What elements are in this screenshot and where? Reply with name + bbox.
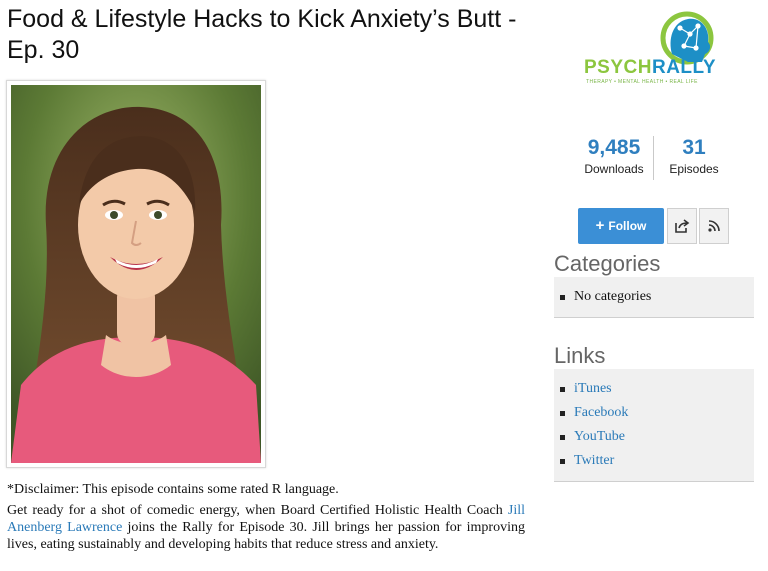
episode-image-frame	[6, 80, 266, 468]
categories-heading: Categories	[554, 251, 661, 276]
twitter-link[interactable]: Twitter	[574, 449, 614, 473]
links-list: iTunes Facebook YouTube Twitter	[554, 369, 754, 482]
logo-tagline: THERAPY • MENTAL HEALTH • REAL LIFE	[586, 79, 698, 85]
podcast-logo[interactable]: PSYCHRALLY THERAPY • MENTAL HEALTH • REA…	[584, 8, 724, 88]
facebook-link[interactable]: Facebook	[574, 401, 628, 425]
episode-photo	[11, 85, 261, 463]
bullet-icon	[560, 458, 565, 464]
downloads-stat: 9,485 Downloads	[578, 136, 650, 178]
plus-icon: +	[595, 217, 605, 234]
description-text-start: Get ready for a shot of comedic energy, …	[7, 503, 508, 518]
downloads-label: Downloads	[584, 162, 644, 176]
logo-wordmark-psych: PSYCH	[584, 57, 652, 78]
share-button[interactable]	[667, 208, 697, 244]
episodes-stat: 31 Episodes	[660, 136, 728, 178]
episode-disclaimer: *Disclaimer: This episode contains some …	[7, 482, 339, 497]
youtube-link[interactable]: YouTube	[574, 425, 625, 449]
links-heading: Links	[554, 343, 606, 368]
episode-description: Get ready for a shot of comedic energy, …	[7, 502, 525, 553]
bullet-icon	[560, 434, 565, 440]
bullet-icon	[560, 294, 565, 300]
portrait-image	[11, 85, 261, 463]
logo-wordmark: PSYCHRALLY	[584, 57, 716, 79]
categories-list: No categories	[554, 277, 754, 318]
logo-wordmark-rally: RALLY	[651, 57, 717, 78]
link-item-itunes: iTunes	[560, 377, 754, 401]
stats-divider	[653, 136, 654, 180]
link-item-youtube: YouTube	[560, 425, 754, 449]
episodes-count: 31	[682, 136, 706, 159]
follow-button[interactable]: + Follow	[578, 208, 664, 244]
itunes-link[interactable]: iTunes	[574, 377, 612, 401]
downloads-count: 9,485	[587, 136, 641, 159]
link-item-twitter: Twitter	[560, 449, 754, 473]
category-label: No categories	[574, 289, 652, 304]
rss-icon	[708, 220, 720, 232]
category-item: No categories	[560, 285, 754, 309]
bullet-icon	[560, 410, 565, 416]
episodes-label: Episodes	[669, 162, 719, 176]
follow-label: Follow	[608, 219, 647, 233]
episode-title: Food & Lifestyle Hacks to Kick Anxiety’s…	[7, 5, 517, 64]
podcast-stats: 9,485 Downloads 31 Episodes	[578, 136, 728, 180]
share-icon	[675, 219, 690, 233]
bullet-icon	[560, 386, 565, 392]
rss-button[interactable]	[699, 208, 729, 244]
link-item-facebook: Facebook	[560, 401, 754, 425]
